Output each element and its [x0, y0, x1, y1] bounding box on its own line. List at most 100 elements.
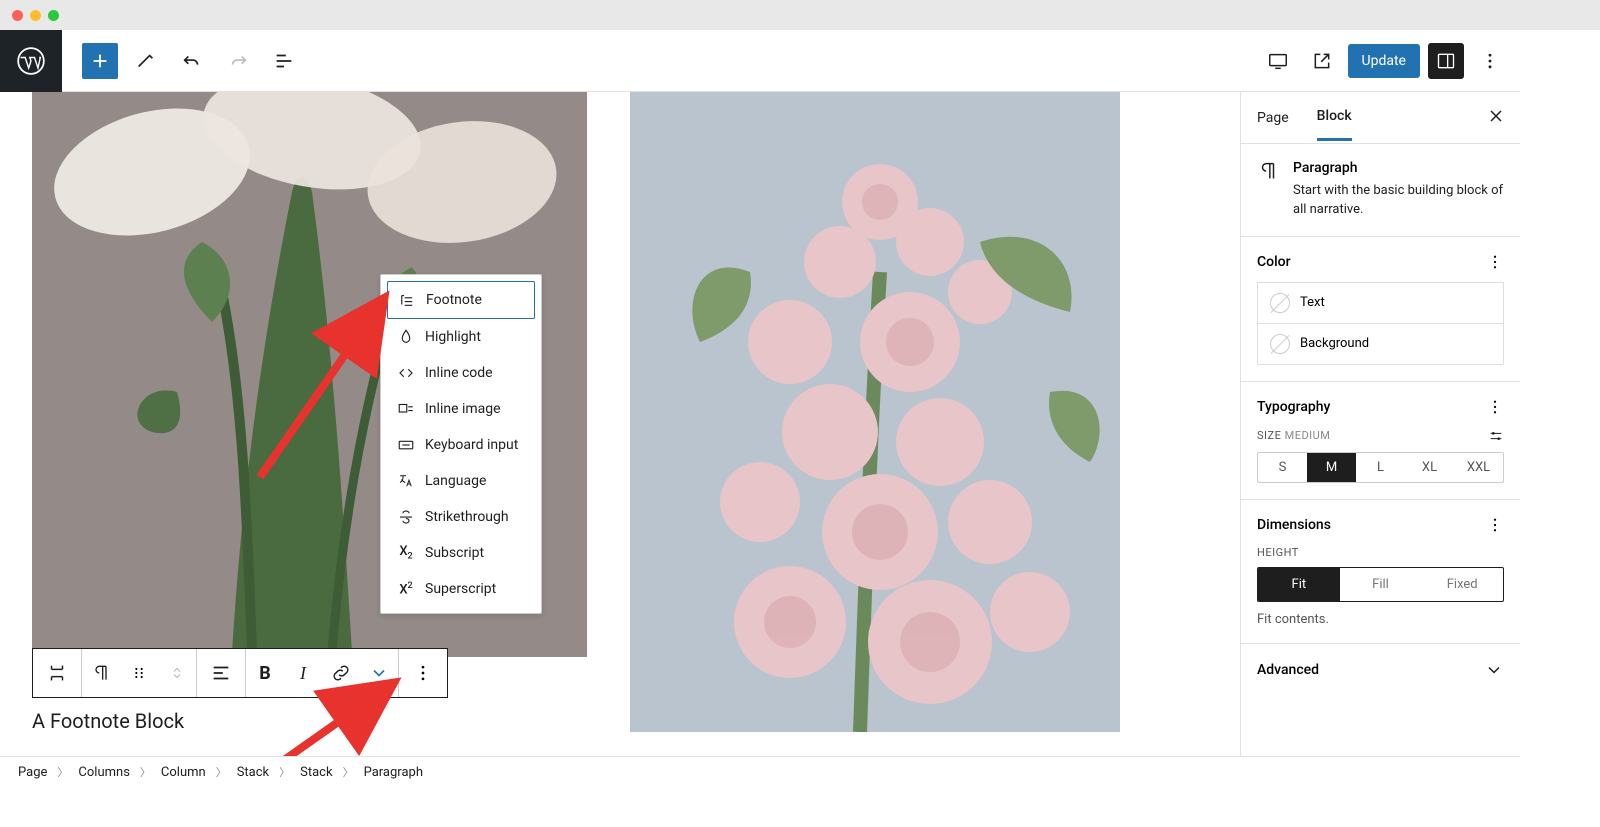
caption-text[interactable]: A Footnote Block: [32, 709, 184, 733]
wp-logo[interactable]: [0, 30, 62, 92]
preview-button[interactable]: [1304, 43, 1340, 79]
dropdown-label: Language: [425, 473, 486, 489]
dropdown-label: Superscript: [425, 581, 496, 597]
advanced-label: Advanced: [1257, 662, 1319, 678]
chevron-down-icon: [1484, 660, 1504, 680]
settings-panel-button[interactable]: [1428, 43, 1464, 79]
traffic-light-zoom[interactable]: [48, 10, 59, 21]
drag-handle[interactable]: [120, 649, 158, 697]
code-icon: [397, 364, 415, 382]
dropdown-label: Inline code: [425, 365, 493, 381]
move-button[interactable]: [158, 649, 196, 697]
breadcrumb-item[interactable]: Stack: [237, 765, 269, 780]
keyboard-icon: [397, 436, 415, 454]
chevron-right-icon: 〉: [57, 764, 68, 780]
size-value: MEDIUM: [1285, 429, 1331, 442]
breadcrumb-item[interactable]: Page: [18, 765, 47, 780]
image-icon: [397, 400, 415, 418]
chevron-right-icon: 〉: [216, 764, 227, 780]
tools-button[interactable]: [128, 43, 164, 79]
breadcrumb-item[interactable]: Columns: [78, 765, 130, 780]
dropdown-label: Keyboard input: [425, 437, 518, 453]
formatting-dropdown: Footnote Highlight Inline code Inline im…: [380, 274, 542, 614]
dropdown-label: Footnote: [426, 292, 482, 308]
chevron-right-icon: 〉: [140, 764, 151, 780]
size-button-group: S M L XL XXL: [1257, 452, 1504, 483]
tab-page[interactable]: Page: [1257, 96, 1289, 140]
dropdown-item-footnote[interactable]: Footnote: [387, 281, 535, 319]
breadcrumb-item[interactable]: Paragraph: [364, 765, 423, 780]
dimensions-caption: Fit contents.: [1257, 612, 1504, 627]
dropdown-item-keyboard[interactable]: Keyboard input: [387, 427, 535, 463]
size-label: SIZE: [1257, 429, 1281, 442]
options-button[interactable]: [1472, 43, 1508, 79]
language-icon: [397, 472, 415, 490]
color-text-row[interactable]: Text: [1257, 282, 1504, 324]
size-s[interactable]: S: [1258, 453, 1307, 482]
block-type-button[interactable]: [33, 649, 81, 697]
color-background-row[interactable]: Background: [1257, 323, 1504, 365]
size-m[interactable]: M: [1307, 453, 1356, 482]
view-button[interactable]: [1260, 43, 1296, 79]
height-fill[interactable]: Fill: [1340, 568, 1422, 601]
dropdown-item-strikethrough[interactable]: Strikethrough: [387, 499, 535, 535]
dropdown-label: Inline image: [425, 401, 501, 417]
block-title: Paragraph: [1293, 160, 1504, 176]
dimensions-options-button[interactable]: [1486, 516, 1504, 534]
dropdown-item-subscript[interactable]: X2 Subscript: [387, 535, 535, 571]
breadcrumb-item[interactable]: Stack: [300, 765, 332, 780]
size-xxl[interactable]: XXL: [1454, 453, 1503, 482]
bold-button[interactable]: B: [246, 649, 284, 697]
dropdown-item-superscript[interactable]: X2 Superscript: [387, 571, 535, 607]
height-button-group: Fit Fill Fixed: [1257, 567, 1504, 602]
block-toolbar: B I: [32, 648, 448, 698]
undo-button[interactable]: [174, 43, 210, 79]
traffic-light-close[interactable]: [12, 10, 23, 21]
height-fixed[interactable]: Fixed: [1421, 568, 1503, 601]
add-block-button[interactable]: [82, 43, 118, 79]
settings-sidebar: Page Block Paragraph Start with the basi…: [1240, 92, 1520, 756]
align-button[interactable]: [197, 649, 245, 697]
block-options-button[interactable]: [399, 649, 447, 697]
color-background-label: Background: [1300, 336, 1369, 351]
redo-button[interactable]: [220, 43, 256, 79]
size-settings-button[interactable]: [1488, 428, 1504, 444]
size-xl[interactable]: XL: [1405, 453, 1454, 482]
dropdown-item-inline-image[interactable]: Inline image: [387, 391, 535, 427]
highlight-icon: [397, 328, 415, 346]
dimensions-heading: Dimensions: [1257, 517, 1331, 533]
tab-block[interactable]: Block: [1317, 94, 1352, 141]
dropdown-label: Subscript: [425, 545, 484, 561]
chevron-right-icon: 〉: [343, 764, 354, 780]
image-block-right[interactable]: [630, 92, 1120, 732]
size-l[interactable]: L: [1356, 453, 1405, 482]
superscript-icon: X2: [397, 580, 415, 598]
link-button[interactable]: [322, 649, 360, 697]
block-breadcrumb: Page〉 Columns〉 Column〉 Stack〉 Stack〉 Par…: [0, 756, 1520, 787]
footnote-icon: [398, 291, 416, 309]
breadcrumb-item[interactable]: Column: [161, 765, 206, 780]
dropdown-item-inline-code[interactable]: Inline code: [387, 355, 535, 391]
height-label: HEIGHT: [1257, 546, 1504, 559]
color-text-label: Text: [1300, 295, 1325, 310]
paragraph-icon-button[interactable]: [82, 649, 120, 697]
traffic-light-minimize[interactable]: [30, 10, 41, 21]
italic-button[interactable]: I: [284, 649, 322, 697]
editor-top-bar: Update: [0, 30, 1520, 92]
subscript-icon: X2: [397, 544, 415, 562]
typography-options-button[interactable]: [1486, 398, 1504, 416]
close-sidebar-button[interactable]: [1486, 106, 1506, 126]
dropdown-item-language[interactable]: Language: [387, 463, 535, 499]
dropdown-label: Strikethrough: [425, 509, 509, 525]
dropdown-item-highlight[interactable]: Highlight: [387, 319, 535, 355]
advanced-panel[interactable]: Advanced: [1241, 644, 1520, 696]
dropdown-label: Highlight: [425, 329, 481, 345]
height-fit[interactable]: Fit: [1258, 568, 1340, 601]
document-overview-button[interactable]: [266, 43, 302, 79]
more-formatting-button[interactable]: [360, 649, 398, 697]
update-button[interactable]: Update: [1348, 44, 1420, 78]
editor-canvas[interactable]: A Footnote Block B I: [0, 92, 1240, 756]
typography-heading: Typography: [1257, 399, 1330, 415]
swatch-empty-icon: [1270, 293, 1290, 313]
color-options-button[interactable]: [1486, 253, 1504, 271]
